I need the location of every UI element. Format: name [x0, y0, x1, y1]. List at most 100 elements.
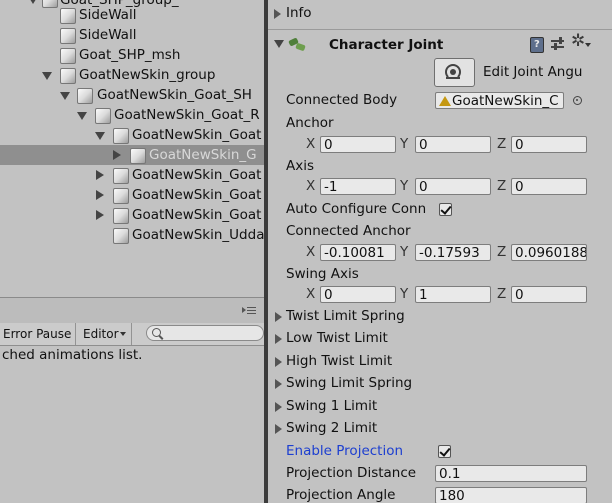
foldout-arrow-icon[interactable]	[275, 334, 282, 344]
high-twist-limit-foldout[interactable]: High Twist Limit	[286, 353, 392, 369]
swing-axis-x-label: X	[306, 286, 316, 302]
hierarchy-item-label: Goat_SHP_msh	[79, 47, 181, 63]
hierarchy-row[interactable]: SideWall	[0, 25, 264, 45]
anchor-y-field[interactable]: 0	[415, 136, 491, 153]
foldout-arrow-icon[interactable]	[275, 379, 282, 389]
anchor-x-label: X	[306, 136, 316, 152]
gameobject-cube-icon	[113, 188, 129, 204]
console-log-area: ched animations list.	[0, 346, 264, 503]
collapse-arrow-icon[interactable]	[96, 170, 104, 180]
panel-menu-icon[interactable]	[242, 307, 256, 316]
editor-dropdown-label: Editor	[83, 327, 119, 341]
hierarchy-item-label: GoatNewSkin_Udda	[132, 227, 264, 243]
foldout-arrow-icon[interactable]	[275, 312, 282, 322]
help-book-icon[interactable]: ?	[530, 37, 544, 53]
edit-joint-angular-limits-button[interactable]	[434, 58, 475, 87]
swing-axis-y-field[interactable]: 1	[415, 286, 491, 303]
hierarchy-row[interactable]: GoatNewSkin_group	[0, 65, 264, 85]
anchor-x-field[interactable]: 0	[320, 136, 396, 153]
component-foldout-arrow-icon[interactable]	[274, 40, 284, 48]
low-twist-limit-foldout[interactable]: Low Twist Limit	[286, 330, 388, 346]
gameobject-cube-icon	[60, 68, 76, 84]
console-tab-bar	[0, 297, 264, 324]
hierarchy-row[interactable]: GoatNewSkin_Goat_R	[0, 105, 264, 125]
console-search-input[interactable]	[146, 325, 264, 341]
error-pause-button[interactable]: Error Pause	[0, 323, 76, 345]
info-foldout-arrow-icon[interactable]	[274, 9, 281, 19]
axis-y-field[interactable]: 0	[415, 178, 491, 195]
anchor-label: Anchor	[286, 115, 334, 131]
hierarchy-item-label: GoatNewSkin_Goat_R	[114, 107, 260, 123]
enable-projection-label: Enable Projection	[286, 443, 404, 459]
swing-axis-z-field[interactable]: 0	[511, 286, 587, 303]
axis-y-label: Y	[400, 178, 409, 194]
expand-arrow-icon[interactable]	[77, 112, 87, 120]
gameobject-cube-icon	[60, 28, 76, 44]
swing-2-limit-foldout[interactable]: Swing 2 Limit	[286, 420, 377, 436]
connected-anchor-z-field[interactable]: 0.0960188	[511, 244, 587, 261]
expand-arrow-icon[interactable]	[42, 72, 52, 80]
rigidbody-object-icon	[439, 96, 451, 106]
projection-distance-field[interactable]: 0.1	[435, 465, 587, 482]
dropdown-arrow-icon	[120, 332, 126, 336]
expand-arrow-icon[interactable]	[60, 92, 70, 100]
hierarchy-item-label: GoatNewSkin_Goat	[132, 187, 262, 203]
collapse-arrow-icon[interactable]	[96, 210, 104, 220]
enable-projection-checkbox[interactable]	[438, 445, 451, 458]
anchor-z-field[interactable]: 0	[511, 136, 587, 153]
connected-anchor-y-field[interactable]: -0.17593	[415, 244, 491, 261]
gameobject-cube-icon	[60, 8, 76, 24]
axis-x-field[interactable]: -1	[320, 178, 396, 195]
character-joint-icon	[288, 36, 306, 52]
hierarchy-item-label: GoatNewSkin_group	[79, 67, 216, 83]
hierarchy-row[interactable]: GoatNewSkin_Goat_SH	[0, 85, 264, 105]
swing-axis-x-field[interactable]: 0	[320, 286, 396, 303]
axis-x-label: X	[306, 178, 316, 194]
hierarchy-row[interactable]: GoatNewSkin_Goat	[0, 205, 264, 225]
gameobject-cube-icon	[113, 168, 129, 184]
connected-anchor-x-field[interactable]: -0.10081	[320, 244, 396, 261]
gameobject-cube-icon	[130, 148, 146, 164]
object-picker-icon[interactable]	[573, 96, 582, 105]
expand-arrow-icon[interactable]	[95, 132, 105, 140]
swing-limit-spring-foldout[interactable]: Swing Limit Spring	[286, 375, 412, 391]
gameobject-cube-icon	[113, 128, 129, 144]
swing-axis-y-label: Y	[400, 286, 409, 302]
info-foldout-label[interactable]: Info	[286, 5, 312, 21]
axis-label: Axis	[286, 158, 315, 174]
anchor-z-label: Z	[497, 136, 507, 152]
gameobject-cube-icon	[77, 88, 93, 104]
foldout-arrow-icon[interactable]	[275, 357, 282, 367]
axis-z-label: Z	[497, 178, 507, 194]
settings-gear-icon[interactable]: ✲	[571, 32, 591, 53]
foldout-arrow-icon[interactable]	[275, 424, 282, 434]
hierarchy-row[interactable]: Goat_SHP_msh	[0, 45, 264, 65]
connected-anchor-x-label: X	[306, 244, 316, 260]
axis-z-field[interactable]: 0	[511, 178, 587, 195]
collapse-arrow-icon[interactable]	[113, 150, 121, 160]
anchor-y-label: Y	[400, 136, 409, 152]
swing-1-limit-foldout[interactable]: Swing 1 Limit	[286, 398, 377, 414]
collapse-arrow-icon[interactable]	[96, 190, 104, 200]
section-divider	[268, 29, 612, 30]
hierarchy-row[interactable]: GoatNewSkin_Goat	[0, 125, 264, 145]
auto-configure-checkbox[interactable]	[439, 203, 452, 216]
hierarchy-row[interactable]: GoatNewSkin_Goat	[0, 165, 264, 185]
twist-limit-spring-foldout[interactable]: Twist Limit Spring	[286, 308, 405, 324]
swing-axis-z-label: Z	[497, 286, 507, 302]
hierarchy-row[interactable]: GoatNewSkin_Goat	[0, 185, 264, 205]
expand-arrow-icon[interactable]	[28, 0, 38, 4]
foldout-arrow-icon[interactable]	[275, 402, 282, 412]
preset-sliders-icon[interactable]	[551, 37, 566, 51]
connected-anchor-y-label: Y	[400, 244, 409, 260]
connected-body-field[interactable]: GoatNewSkin_C	[435, 92, 564, 109]
gameobject-cube-icon	[95, 108, 111, 124]
projection-angle-field[interactable]: 180	[435, 487, 587, 503]
hierarchy-row[interactable]: GoatNewSkin_Udda	[0, 225, 264, 245]
error-pause-label: Error Pause	[3, 327, 72, 341]
console-log-entry[interactable]: ched animations list.	[2, 347, 142, 363]
hierarchy-row-selected[interactable]: GoatNewSkin_G	[0, 145, 264, 165]
editor-dropdown[interactable]: Editor	[77, 323, 132, 345]
hierarchy-item-label: GoatNewSkin_Goat	[132, 127, 262, 143]
hierarchy-row[interactable]: SideWall	[0, 5, 264, 25]
